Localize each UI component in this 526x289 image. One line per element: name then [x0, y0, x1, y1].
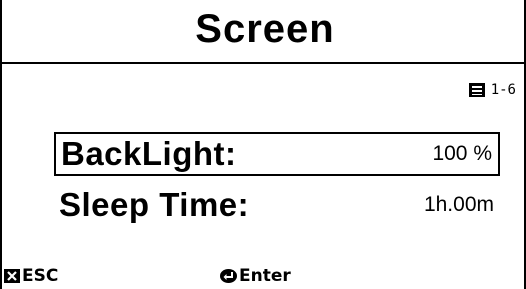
esc-softkey[interactable]: ESC	[4, 266, 58, 286]
menu-item-backlight[interactable]: BackLight: 100 %	[54, 132, 500, 176]
esc-x-icon	[4, 269, 20, 283]
title-bar: Screen	[2, 0, 526, 64]
screen-title: Screen	[195, 6, 335, 51]
page-indicator-text: 1-6	[490, 82, 516, 98]
screen-frame: Screen 1-6 BackLight: 100 % Sleep Time: …	[0, 0, 526, 289]
enter-softkey[interactable]: Enter	[220, 266, 291, 286]
enter-return-icon	[220, 269, 237, 283]
esc-label: ESC	[22, 266, 59, 286]
menu-item-label: Sleep Time:	[59, 186, 250, 223]
softkey-bar: ESC Enter	[2, 258, 526, 289]
menu-item-label: BackLight:	[61, 135, 237, 172]
page-indicator: 1-6	[468, 82, 516, 98]
menu-item-value: 1h.00m	[423, 193, 494, 216]
enter-label: Enter	[239, 266, 291, 286]
menu-item-sleep-time[interactable]: Sleep Time: 1h.00m	[54, 183, 500, 227]
menu-item-value: 100 %	[432, 142, 492, 165]
list-page-icon	[468, 83, 485, 97]
